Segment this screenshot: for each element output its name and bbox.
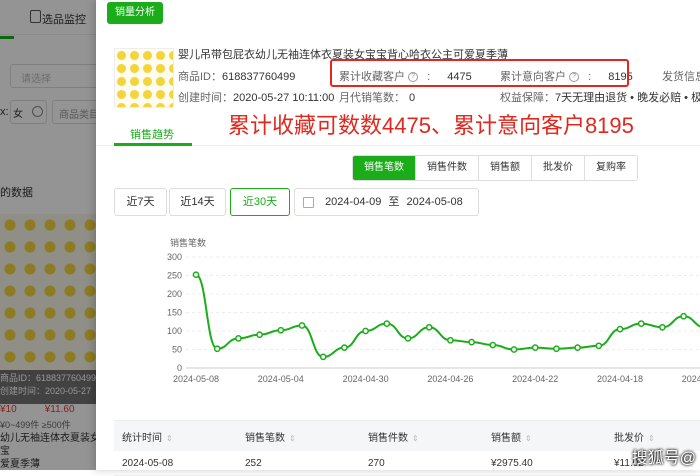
series-line [195,273,700,358]
data-point [235,335,242,342]
y-tick-label: 0 [177,363,182,373]
data-point [595,342,603,350]
data-point [298,322,306,329]
data-point [531,344,539,352]
y-tick-label: 200 [167,289,182,299]
metric-amount[interactable]: 销售额 [478,156,531,180]
sales-table: 统计时间 ⇕ 销售笔数 ⇕ 销售件数 ⇕ 销售额 ⇕ 批发价 ⇕ 2024-05-08 2… [114,420,700,476]
data-point [574,344,581,352]
x-tick-label: 2024-04-22 [512,374,558,384]
range-30-days[interactable]: 近30天 [230,188,290,216]
data-point [510,346,518,353]
y-tick-label: 50 [172,345,182,355]
data-point [425,323,433,331]
col-amount[interactable]: 销售额 ⇕ [483,429,606,444]
x-tick-label: 2024-04-30 [343,374,389,384]
y-tick-label: 300 [167,252,182,262]
col-orders[interactable]: 销售笔数 ⇕ [237,429,360,444]
data-point [637,320,645,327]
created-time: 创建时间：2020-05-27 10:11:00 [178,92,335,104]
metric-selector: 销售笔数 销售件数 销售额 批发价 复购率 [352,155,638,181]
sort-icon: ⇕ [289,433,296,443]
sales-line-chart: 销售笔数 0 50 100 150 200 250 300 2024-05-08 2024-05-… [167,237,700,384]
range-14-days[interactable]: 近14天 [169,188,226,216]
x-tick-label: 2024-05-04 [258,374,304,384]
data-point [404,335,412,342]
x-tick-label: 2024-04-18 [597,374,643,384]
calendar-icon [303,196,314,208]
x-tick-label: 2024-05-08 [173,374,219,384]
highlight-box [330,59,629,87]
sales-analysis-tab[interactable]: 销量分析 [107,2,163,24]
sort-icon: ⇕ [648,433,655,443]
watermark: 搜狐号@ [631,450,696,467]
y-tick-label: 250 [167,271,182,281]
data-point [489,341,497,349]
data-point [213,345,221,353]
table-header: 统计时间 ⇕ 销售笔数 ⇕ 销售件数 ⇕ 销售额 ⇕ 批发价 ⇕ [114,420,700,451]
data-point [553,345,560,353]
y-tick-label: 100 [167,326,182,336]
rights-guarantee: 权益保障：7天无理由退货 • 晚发必赔 • 极速退 [500,92,700,104]
y-tick-label: 150 [167,308,182,318]
data-point [277,326,285,334]
data-point [680,312,687,320]
tab-sales-trend[interactable]: 销售趋势 [130,126,174,142]
data-point [256,331,263,339]
x-tick-label: 2024-04-14 [682,374,700,384]
metric-wholesale[interactable]: 批发价 [531,156,584,180]
col-date[interactable]: 统计时间 ⇕ [114,429,237,444]
data-point [319,353,327,361]
y-axis-label: 销售笔数 [170,237,206,248]
modal-overlay[interactable] [0,0,100,470]
product-thumbnail [114,48,174,108]
col-pieces[interactable]: 销售件数 ⇕ [360,429,483,444]
data-point [341,344,348,352]
metric-repurchase[interactable]: 复购率 [584,156,637,180]
data-point [362,327,369,335]
x-tick-label: 2024-04-26 [427,374,473,384]
monthly-sales: 月代销笔数： 0 [339,92,416,104]
sort-icon: ⇕ [412,433,419,443]
metric-pieces[interactable]: 销售件数 [415,156,478,180]
metric-orders[interactable]: 销售笔数 [353,156,415,180]
data-point [468,338,475,346]
sort-icon: ⇕ [525,433,532,443]
product-id: 商品ID：618837760499 [178,71,296,83]
date-range-picker[interactable]: 2024-04-09 至 2024-05-08 [294,188,479,216]
data-point [616,325,624,333]
annotation-text: 累计收藏可数数4475、累计意向客户8195 [228,113,634,138]
range-7-days[interactable]: 近7天 [114,188,167,216]
data-point [383,320,391,327]
shipping-info: 发货信息 [662,71,700,83]
sort-icon: ⇕ [166,433,173,443]
data-point [447,336,454,344]
data-point [192,271,200,279]
table-row: 2024-05-08 252 270 ¥2975.40 ¥11.02 [114,451,700,476]
data-point [659,323,666,331]
tab-underline [114,143,192,146]
col-wholesale[interactable]: 批发价 ⇕ [606,429,700,444]
sales-analysis-drawer: 销量分析 婴儿吊带包屁衣幼儿无袖连体衣夏装女宝宝背心哈衣公主可爱夏季薄 商品ID… [96,0,700,476]
